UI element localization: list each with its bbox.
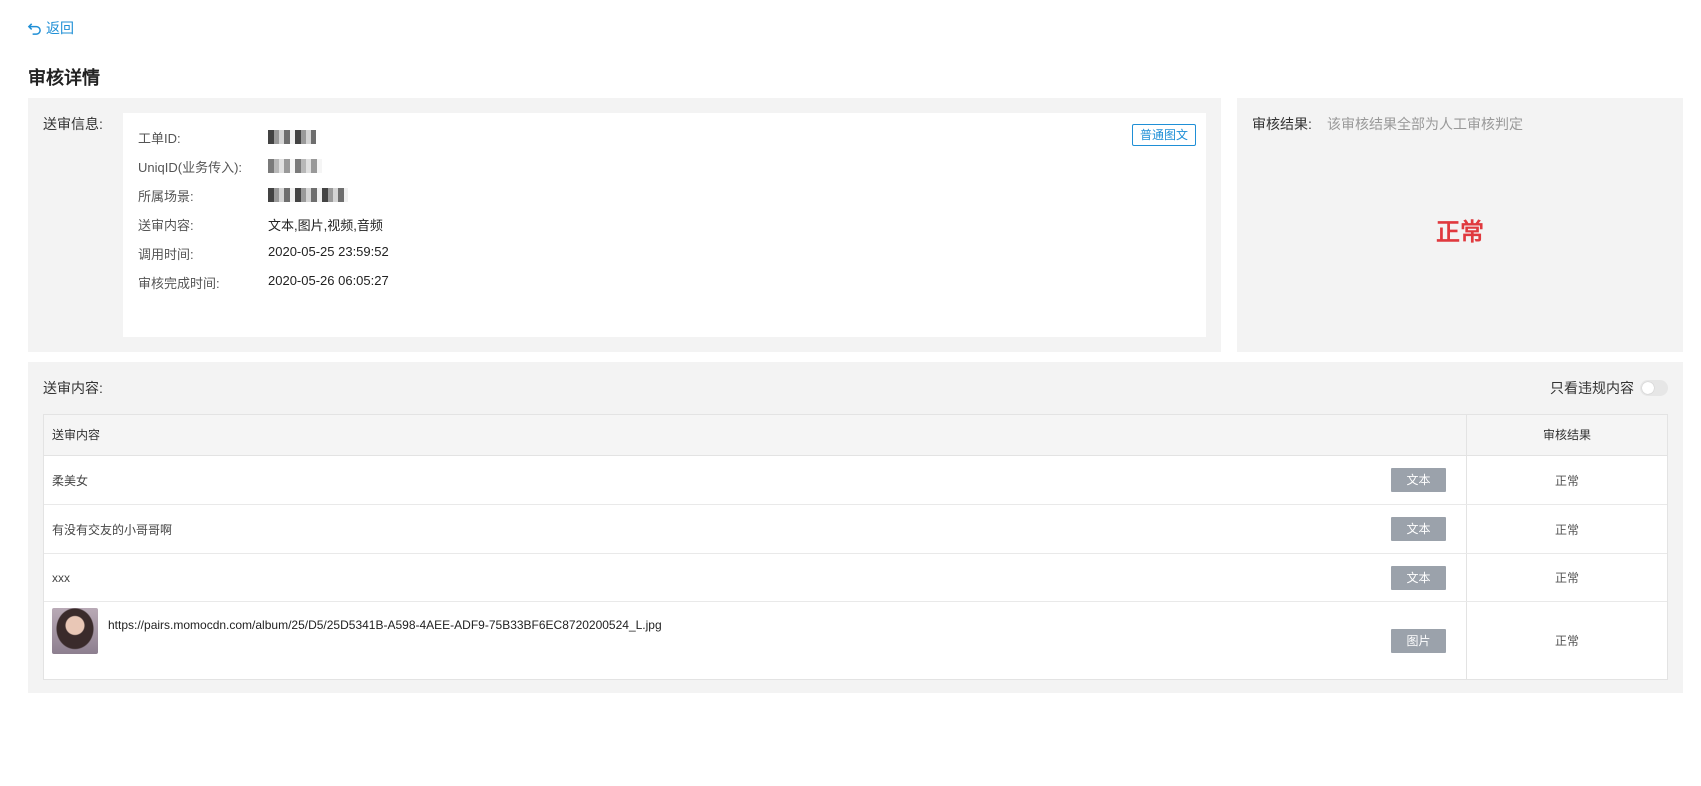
info-key: 调用时间: <box>138 247 194 262</box>
submitted-content-panel: 送审内容: 只看违规内容 送审内容 审核结果 柔美女 文本 正常 有没有交友的小… <box>28 362 1683 693</box>
ticket-id-value-redacted <box>268 128 316 147</box>
info-row-uniqid: UniqID(业务传入): <box>138 157 322 176</box>
type-tag: 文本 <box>1391 468 1446 492</box>
back-arrow-icon <box>27 22 41 35</box>
content-type-tag[interactable]: 普通图文 <box>1131 124 1196 146</box>
review-result-value: 正常 <box>1436 219 1484 246</box>
violation-filter: 只看违规内容 <box>1550 378 1668 398</box>
submitted-content-label: 送审内容: <box>43 380 103 396</box>
type-tag: 文本 <box>1391 517 1446 541</box>
result-cell: 正常 <box>1554 571 1579 585</box>
info-key: 工单ID: <box>138 131 181 146</box>
back-label: 返回 <box>46 20 74 36</box>
type-tag: 图片 <box>1391 628 1446 653</box>
page-title: 审核详情 <box>28 68 100 88</box>
uniqid-value-redacted <box>268 157 322 176</box>
review-result-note: 该审核结果全部为人工审核判定 <box>1327 116 1523 132</box>
content-cell: https://pairs.momocdn.com/album/25/D5/25… <box>44 602 1467 679</box>
scene-value-redacted <box>268 186 348 205</box>
info-row-scene: 所属场景: <box>138 186 348 205</box>
content-text: xxx <box>52 570 70 585</box>
info-key: 所属场景: <box>138 189 194 204</box>
info-value: 文本,图片,视频,音频 <box>268 218 383 233</box>
content-table: 送审内容 审核结果 柔美女 文本 正常 有没有交友的小哥哥啊 文本 正常 xxx… <box>43 414 1668 680</box>
image-url[interactable]: https://pairs.momocdn.com/album/25/D5/25… <box>108 618 662 632</box>
result-cell: 正常 <box>1554 634 1579 648</box>
content-text: 有没有交友的小哥哥啊 <box>52 522 173 537</box>
table-row: https://pairs.momocdn.com/album/25/D5/25… <box>44 602 1667 679</box>
content-cell: 柔美女 文本 <box>44 456 1467 504</box>
submission-info-card: 普通图文 工单ID: UniqID(业务传入): 所属场景: 送审内容: 文本,… <box>123 113 1206 337</box>
violation-filter-label: 只看违规内容 <box>1550 380 1634 396</box>
table-header: 送审内容 审核结果 <box>44 415 1667 456</box>
result-cell: 正常 <box>1554 473 1579 488</box>
table-row: 柔美女 文本 正常 <box>44 456 1667 505</box>
submission-info-label: 送审信息: <box>43 116 103 132</box>
info-value: 2020-05-26 06:05:27 <box>268 273 389 288</box>
content-cell: xxx 文本 <box>44 554 1467 601</box>
info-key: 审核完成时间: <box>138 276 220 291</box>
table-row: xxx 文本 正常 <box>44 554 1667 602</box>
back-link[interactable]: 返回 <box>27 18 74 38</box>
violation-filter-toggle[interactable] <box>1640 380 1668 396</box>
content-text: 柔美女 <box>52 473 89 488</box>
column-header-result: 审核结果 <box>1542 428 1591 442</box>
review-result-panel: 审核结果: 该审核结果全部为人工审核判定 正常 <box>1237 98 1683 352</box>
info-value: 2020-05-25 23:59:52 <box>268 244 389 259</box>
type-tag: 文本 <box>1391 565 1446 590</box>
info-key: UniqID(业务传入): <box>138 160 243 175</box>
info-row-content-types: 送审内容: 文本,图片,视频,音频 <box>138 215 383 234</box>
info-row-call-time: 调用时间: 2020-05-25 23:59:52 <box>138 244 389 263</box>
table-row: 有没有交友的小哥哥啊 文本 正常 <box>44 505 1667 554</box>
column-header-content: 送审内容 <box>44 415 1467 455</box>
review-result-label: 审核结果: <box>1252 116 1312 132</box>
info-row-finish-time: 审核完成时间: 2020-05-26 06:05:27 <box>138 273 389 292</box>
info-row-ticket-id: 工单ID: <box>138 128 316 147</box>
image-thumbnail[interactable] <box>52 608 98 654</box>
result-cell: 正常 <box>1554 522 1579 537</box>
info-key: 送审内容: <box>138 218 194 233</box>
submission-info-panel: 送审信息: 普通图文 工单ID: UniqID(业务传入): 所属场景: 送审内… <box>28 98 1221 352</box>
content-cell: 有没有交友的小哥哥啊 文本 <box>44 505 1467 553</box>
